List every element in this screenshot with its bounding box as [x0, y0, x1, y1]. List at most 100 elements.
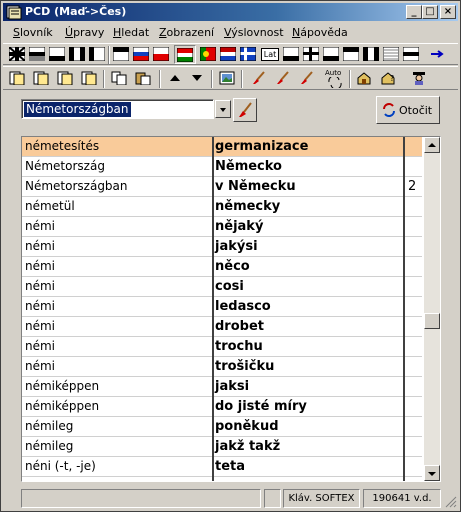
dictionary-icon[interactable] — [303, 47, 319, 61]
hungarian-cell: Németország — [25, 159, 105, 173]
table-row[interactable]: némi trochu — [22, 337, 422, 357]
czech-cell: trochu — [215, 339, 263, 354]
table-row[interactable]: némiképpen jaksi — [22, 377, 422, 397]
menu-vyslovnost[interactable]: Výslovnost — [224, 26, 284, 39]
brush-icon[interactable] — [251, 71, 267, 85]
table-row[interactable]: némi drobet — [22, 317, 422, 337]
menu-zobrazeni[interactable]: Zobrazení — [159, 26, 214, 39]
toolbar-separator — [211, 70, 213, 88]
table-row[interactable]: némi trošičku — [22, 357, 422, 377]
language-toolbar: Lat — [3, 43, 458, 65]
table-row[interactable]: némileg poněkud — [22, 417, 422, 437]
portugal-flag-icon[interactable] — [200, 47, 216, 61]
column-divider — [212, 137, 214, 481]
vertical-scrollbar[interactable] — [424, 137, 440, 481]
scroll-thumb[interactable] — [424, 313, 440, 329]
poland-flag-icon[interactable] — [153, 47, 169, 61]
table-row[interactable]: németül německy — [22, 197, 422, 217]
table-row[interactable]: némileg jakž takž — [22, 437, 422, 457]
hungarian-cell: némi — [25, 279, 56, 293]
search-input[interactable]: Németországban — [21, 99, 214, 119]
dictionary-icon[interactable] — [363, 47, 379, 61]
scroll-down-button[interactable] — [424, 465, 440, 481]
table-row[interactable]: néni (-t, -je) teta — [22, 457, 422, 477]
table-row[interactable]: némi cosi — [22, 277, 422, 297]
hungary-flag-button[interactable] — [174, 45, 196, 64]
hungarian-cell: néni (-t, -je) — [25, 459, 96, 473]
document-icon[interactable] — [33, 71, 49, 85]
paste-icon[interactable] — [135, 71, 151, 85]
hungarian-cell: némileg — [25, 439, 74, 453]
maximize-button[interactable]: □ — [422, 5, 438, 19]
app-window: PCD (Maď->Čes) _ □ × Slovník Úpravy Hled… — [0, 0, 461, 512]
dictionary-icon[interactable] — [323, 47, 339, 61]
table-row[interactable]: németesítés germanizace — [22, 137, 422, 157]
latin-button[interactable]: Lat — [261, 48, 279, 61]
uk-flag-icon[interactable] — [9, 47, 25, 61]
table-row[interactable]: Németország Německo — [22, 157, 422, 177]
title-bar[interactable]: PCD (Maď->Čes) _ □ × — [3, 3, 458, 21]
arrow-right-icon[interactable] — [429, 47, 445, 61]
toolbar-separator — [103, 70, 105, 88]
table-row[interactable]: némiképpen do jisté míry — [22, 397, 422, 417]
hungarian-cell: németül — [25, 199, 75, 213]
hungary-flag-icon — [177, 48, 193, 62]
close-button[interactable]: × — [440, 5, 456, 19]
slovakia-flag-icon[interactable] — [133, 47, 149, 61]
dictionary-icon[interactable] — [383, 47, 399, 61]
minimize-button[interactable]: _ — [406, 5, 422, 19]
brush-icon[interactable] — [275, 71, 291, 85]
czech-cell: drobet — [215, 319, 264, 334]
resize-grip-icon[interactable] — [445, 496, 457, 508]
czech-cell: Německo — [215, 159, 282, 174]
house-icon[interactable] — [357, 71, 373, 85]
table-row[interactable]: némi něco — [22, 257, 422, 277]
menu-hledat[interactable]: Hledat — [113, 26, 149, 39]
teacher-icon[interactable] — [411, 71, 427, 85]
document-icon[interactable] — [57, 71, 73, 85]
latin-label: Lat — [263, 50, 277, 59]
house-question-icon[interactable]: ? — [381, 71, 397, 85]
picture-icon[interactable] — [219, 71, 235, 85]
nordic-flag-icon[interactable] — [240, 47, 256, 61]
hungarian-cell: némiképpen — [25, 379, 100, 393]
dictionary-icon[interactable] — [283, 47, 299, 61]
hungarian-cell: némi — [25, 359, 56, 373]
auto-button[interactable]: Auto — [323, 69, 347, 89]
document-icon[interactable] — [81, 71, 97, 85]
toolbar-separator — [241, 70, 243, 88]
menu-upravy[interactable]: Úpravy — [65, 26, 104, 39]
stripe-flag-icon[interactable] — [69, 47, 85, 61]
status-version: 190641 v.d. — [363, 489, 441, 508]
table-row[interactable]: némi nějaký — [22, 217, 422, 237]
stripe-flag-icon[interactable] — [29, 47, 45, 61]
czech-cell: v Německu — [215, 179, 296, 194]
copy-icon[interactable] — [111, 71, 127, 85]
stripe-flag-icon[interactable] — [113, 47, 129, 61]
search-combobox[interactable]: Németországban — [21, 96, 231, 122]
arrow-up-icon[interactable] — [167, 71, 183, 85]
netherlands-flag-icon[interactable] — [220, 47, 236, 61]
menu-slovnik[interactable]: Slovník — [13, 26, 53, 39]
table-row[interactable]: némi jakýsi — [22, 237, 422, 257]
auto-label: Auto — [325, 69, 342, 77]
search-input-value: Németországban — [24, 102, 131, 117]
toolbar-separator — [159, 70, 161, 88]
document-icon[interactable] — [9, 71, 25, 85]
arrow-down-icon[interactable] — [189, 71, 205, 85]
czech-cell: jakž takž — [215, 439, 281, 454]
hungarian-cell: némi — [25, 239, 56, 253]
dictionary-icon[interactable] — [403, 47, 419, 61]
table-row[interactable]: némi ledasco — [22, 297, 422, 317]
rotate-button[interactable]: Otočit — [376, 96, 440, 124]
stripe-flag-icon[interactable] — [89, 47, 105, 61]
stripe-flag-icon[interactable] — [49, 47, 65, 61]
table-row[interactable]: Németországban v Německu 2 — [22, 177, 422, 197]
dictionary-icon[interactable] — [343, 47, 359, 61]
menu-napoveda[interactable]: Nápověda — [292, 26, 348, 39]
arrow-up-icon — [428, 143, 436, 147]
brush-icon[interactable] — [299, 71, 315, 85]
search-brush-button[interactable] — [233, 98, 257, 122]
scroll-up-button[interactable] — [424, 137, 440, 153]
search-dropdown-button[interactable] — [215, 100, 231, 118]
